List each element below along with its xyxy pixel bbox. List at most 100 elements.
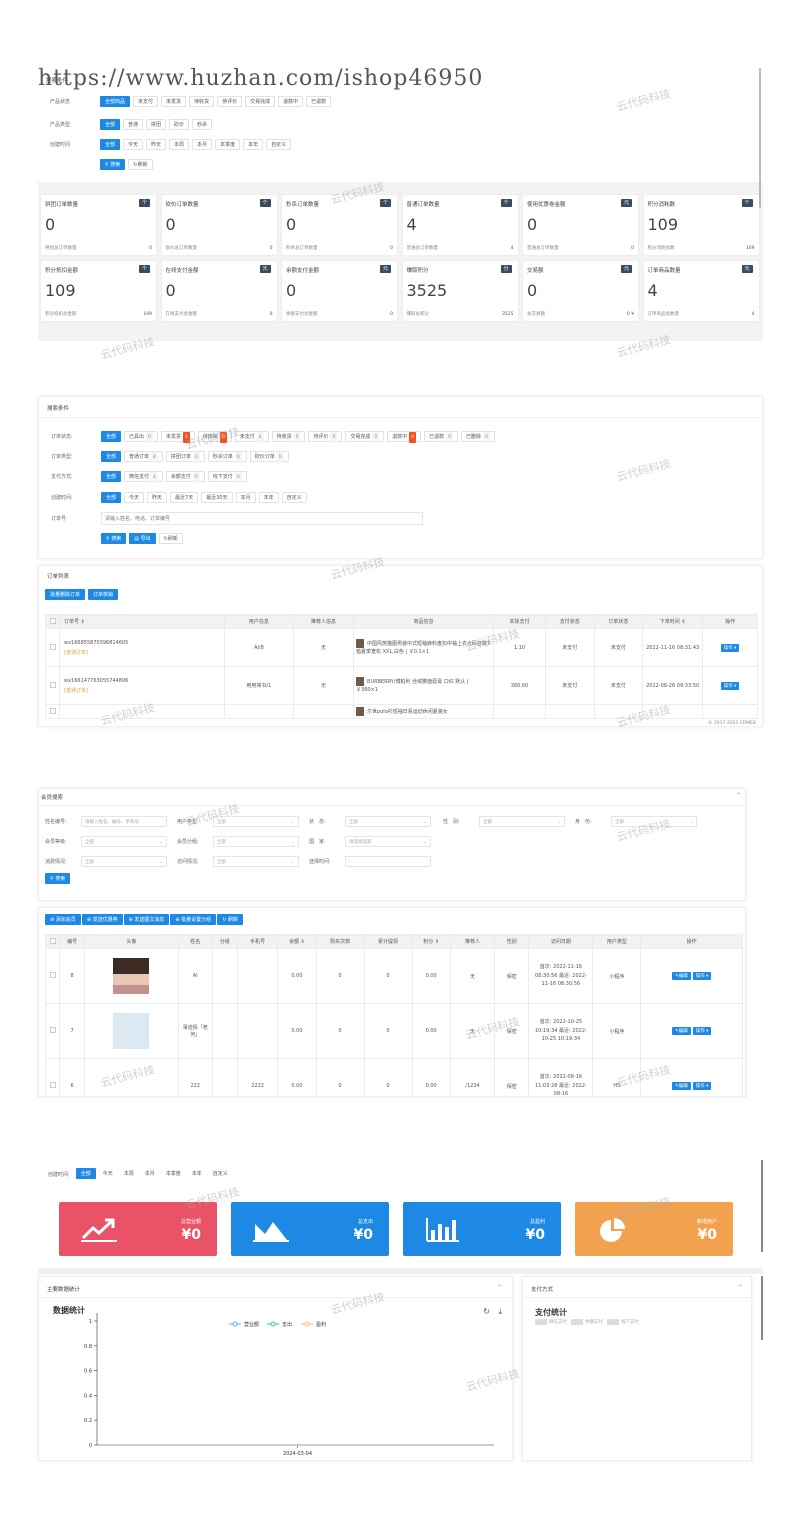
filter-select[interactable]: 全部 ⌄ xyxy=(479,816,565,827)
collapse-icon[interactable]: ⌃ xyxy=(736,792,741,799)
operate-button[interactable]: 操作 ▾ xyxy=(720,681,740,690)
collapse-icon[interactable]: ⌃ xyxy=(738,1284,743,1291)
time-option[interactable]: 本年 xyxy=(187,1169,206,1180)
order-verify-button[interactable]: 订单核销 xyxy=(88,589,119,600)
filter-option[interactable]: 砍价订单 0 xyxy=(249,451,289,463)
filter-option[interactable]: 本周 xyxy=(169,139,190,150)
filter-option[interactable]: 待收货 xyxy=(189,96,215,107)
operate-button[interactable]: 操作 ▾ xyxy=(692,1027,712,1035)
filter-option[interactable]: 本年 xyxy=(243,139,264,150)
filter-option[interactable]: 未支付 xyxy=(133,96,159,107)
time-option[interactable]: 本季度 xyxy=(161,1169,185,1180)
column-header[interactable]: 累计提现 xyxy=(363,934,413,949)
refresh-button[interactable]: ↻刷新 xyxy=(158,533,183,544)
filter-option[interactable]: 待评价 0 xyxy=(308,431,343,443)
table-row[interactable]: 尔世polo衫短袖日系运动休闲夏装女 xyxy=(45,704,758,719)
operate-button[interactable]: 操作 ▾ xyxy=(720,643,740,652)
filter-select[interactable]: 请选择国家 ⌄ xyxy=(345,836,431,847)
filter-option[interactable]: 全部 xyxy=(100,139,121,150)
filter-option[interactable]: 全部 xyxy=(101,431,122,442)
filter-option[interactable]: 今天 xyxy=(123,139,144,150)
filter-option[interactable]: 昨天 xyxy=(146,139,167,150)
filter-select[interactable]: 全部 ⌄ xyxy=(81,856,167,867)
column-header[interactable]: 用户信息 xyxy=(223,614,294,629)
bulk-delete-button[interactable]: 批量删除订单 xyxy=(45,589,86,600)
column-header[interactable]: 操作 xyxy=(702,614,758,629)
filter-option[interactable]: 未支付 4 xyxy=(234,431,269,443)
row-checkbox[interactable] xyxy=(45,1058,60,1096)
filter-option[interactable]: 自定义 xyxy=(281,492,307,503)
filter-option[interactable]: 全部 xyxy=(100,119,121,130)
time-option[interactable]: 自定义 xyxy=(208,1169,232,1180)
filter-select[interactable]: 全部 ⌄ xyxy=(213,836,299,847)
search-button[interactable]: ⚲ 搜索 xyxy=(45,873,71,884)
column-header[interactable]: 分组 xyxy=(211,934,238,949)
select-all-checkbox[interactable] xyxy=(45,934,60,949)
order-no-input[interactable] xyxy=(101,512,423,525)
column-header[interactable]: 实际支付 xyxy=(493,614,547,629)
filter-option[interactable]: 未发货 xyxy=(161,96,187,107)
refresh-button[interactable]: ↻刷新 xyxy=(128,159,153,170)
filter-option[interactable]: 本年 xyxy=(258,492,279,503)
filter-option[interactable]: 未发货 3 xyxy=(160,431,195,443)
filter-option[interactable]: 最近7天 xyxy=(170,492,199,503)
search-button[interactable]: ⚲ 搜索 xyxy=(100,159,126,170)
filter-select[interactable]: 全部 ⌄ xyxy=(81,836,167,847)
filter-option[interactable]: 退款中 0 xyxy=(387,431,422,443)
filter-option[interactable]: 普通 xyxy=(123,119,144,130)
filter-option[interactable]: 昨天 xyxy=(147,492,168,503)
filter-option[interactable]: 砍价 xyxy=(169,119,190,130)
filter-option[interactable]: 待核销 0 xyxy=(197,431,232,443)
operate-button[interactable]: 操作 ▾ xyxy=(692,972,712,980)
scrollbar[interactable] xyxy=(761,1276,763,1340)
column-header[interactable]: 姓名 xyxy=(177,934,213,949)
table-row[interactable]: wx166855870396814605 [普通订单] AI/8 无中国风熊猫图男装中… xyxy=(45,628,758,667)
filter-option[interactable]: 已退款 xyxy=(306,96,332,107)
filter-option[interactable]: 已退款 0 xyxy=(424,431,459,443)
filter-option[interactable]: 最近30天 xyxy=(201,492,233,503)
column-header[interactable]: 购买次数 xyxy=(315,934,365,949)
column-header[interactable]: 头像 xyxy=(84,934,179,949)
edit-button[interactable]: ✎编辑 xyxy=(671,972,691,980)
table-row[interactable]: 8 AI 0.00 0 0 0.00 无保密 首次: 2022-11-16 08:30:56 … xyxy=(45,948,743,1004)
column-header[interactable]: 操作 xyxy=(640,934,743,949)
filter-option[interactable]: 线下支付 0 xyxy=(207,471,247,483)
filter-option[interactable]: 全部 xyxy=(101,451,122,462)
column-header[interactable]: 用户类型 xyxy=(592,934,642,949)
filter-option[interactable]: 秒杀订单 0 xyxy=(207,451,247,463)
row-checkbox[interactable] xyxy=(45,666,60,705)
column-header[interactable]: 订单状态 xyxy=(593,614,644,629)
filter-option[interactable]: 全部 xyxy=(101,492,122,503)
column-header[interactable]: 访问日期 xyxy=(528,934,594,949)
filter-option[interactable]: 已删除 0 xyxy=(461,431,495,443)
filter-option[interactable]: 拼团订单 0 xyxy=(165,451,205,463)
export-button[interactable]: ▤ 导出 xyxy=(129,533,156,544)
filter-select[interactable]: 全部 ⌄ xyxy=(213,856,299,867)
filter-option[interactable]: 全部商品 xyxy=(100,96,131,107)
column-header[interactable]: 余额 ⇕ xyxy=(277,934,317,949)
table-row[interactable]: wx166147763055744806 [普通订单] 用用简书/1 无 BURBERR… xyxy=(45,666,758,705)
row-checkbox[interactable] xyxy=(45,628,60,667)
filter-option[interactable]: 交易完成 0 xyxy=(345,431,385,443)
filter-option[interactable]: 拼团 xyxy=(146,119,167,130)
filter-option[interactable]: 退款中 xyxy=(278,96,304,107)
filter-option[interactable]: 本季度 xyxy=(215,139,241,150)
table-row[interactable]: 6 222 2222 0.00 0 0 0.00/1234 保密 首次: 2022-08-16 … xyxy=(45,1058,743,1096)
filter-option[interactable]: 普通订单 4 xyxy=(124,451,163,463)
column-header[interactable]: 下单时间 ⇕ xyxy=(642,614,704,629)
filter-select[interactable]: 请输入姓名、编号、手机号 xyxy=(81,816,167,827)
edit-button[interactable]: ✎编辑 xyxy=(671,1027,691,1035)
member-action-button[interactable]: ⊕ 发送图文消息 xyxy=(123,914,170,925)
column-header[interactable]: 推荐人信息 xyxy=(292,614,355,629)
filter-option[interactable]: 已具出 0 xyxy=(124,431,158,443)
time-option[interactable]: 本周 xyxy=(119,1169,138,1180)
column-header[interactable]: 手机号 xyxy=(236,934,279,949)
time-option[interactable]: 今天 xyxy=(98,1169,117,1180)
column-header[interactable]: 积分 ⇕ xyxy=(411,934,451,949)
operate-button[interactable]: 操作 ▾ xyxy=(692,1082,712,1090)
table-row[interactable]: 7 事迹情「老何」 0.00 0 0 0.00 无保密 首次: 2022-10-25 10:1… xyxy=(45,1003,743,1059)
row-checkbox[interactable] xyxy=(45,704,60,719)
filter-option[interactable]: 全部 xyxy=(101,471,122,482)
member-action-button[interactable]: ⊕ 批量设置分组 xyxy=(170,914,217,925)
member-action-button[interactable]: ↻ 刷新 xyxy=(217,914,243,925)
